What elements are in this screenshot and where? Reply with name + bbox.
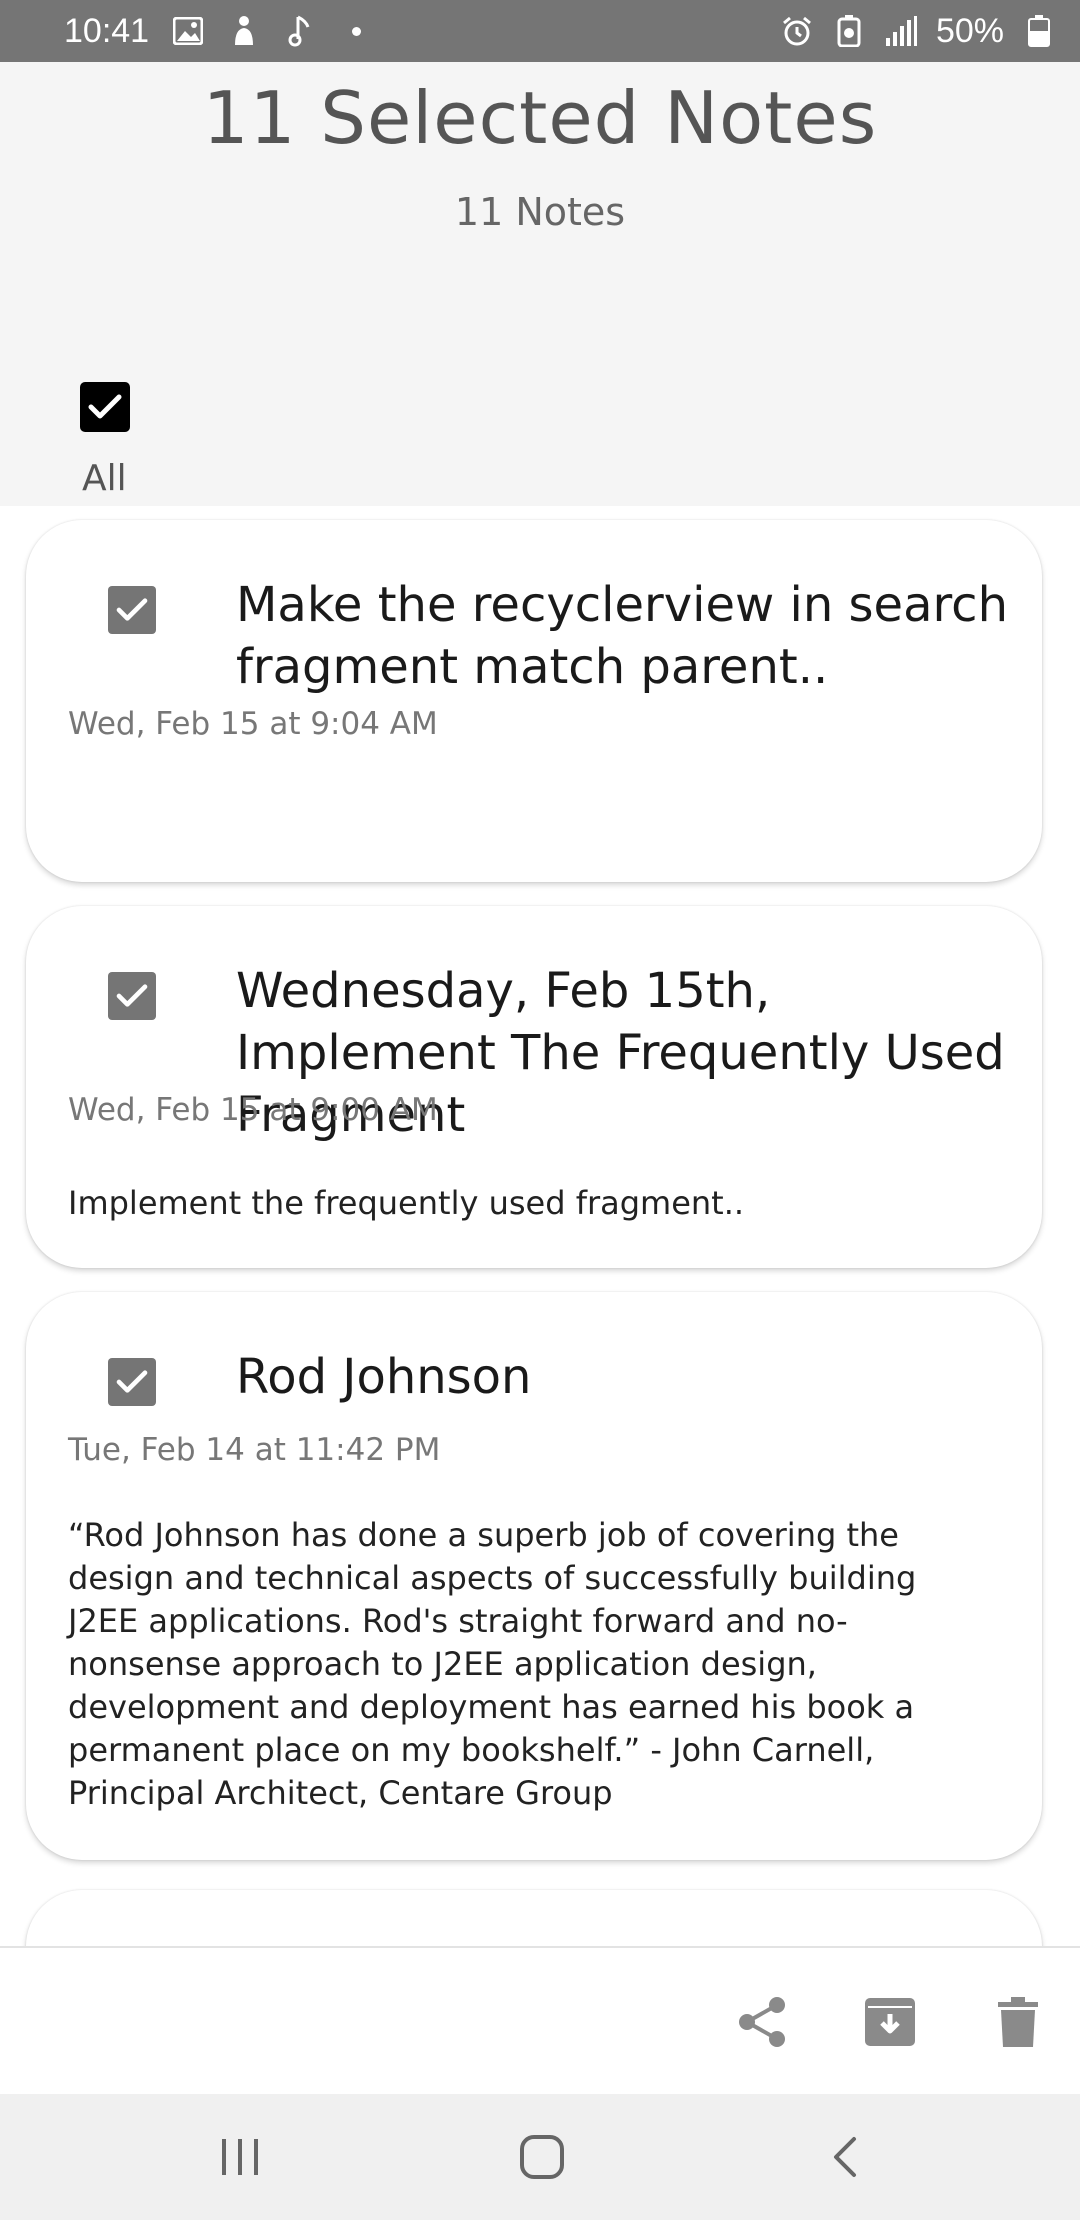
selection-header: 11 Selected Notes 11 Notes All <box>0 62 1080 506</box>
notes-list[interactable]: Make the recyclerview in search fragment… <box>0 506 1080 1946</box>
notes-count: 11 Notes <box>454 190 626 234</box>
check-icon <box>116 598 148 621</box>
note-card[interactable]: Make the recyclerview in search fragment… <box>26 520 1042 882</box>
note-date: Tue, Feb 14 at 11:42 PM <box>68 1432 441 1468</box>
status-bar: 10:41 50% <box>0 0 1080 62</box>
share-icon <box>739 1997 785 2047</box>
note-date: Wed, Feb 15 at 9:00 AM <box>68 1092 438 1128</box>
page-title: 11 Selected Notes <box>202 76 878 160</box>
delete-button[interactable] <box>990 1994 1046 2050</box>
delete-icon <box>998 1997 1038 2047</box>
note-body: Implement the frequently used fragment.. <box>68 1184 745 1222</box>
recent-apps-icon <box>222 2139 258 2175</box>
app-icon <box>227 14 261 48</box>
alarm-icon <box>780 14 814 48</box>
status-time: 10:41 <box>64 11 150 50</box>
note-title: Rod Johnson <box>236 1349 532 1405</box>
dot-icon <box>339 14 373 48</box>
archive-button[interactable] <box>862 1994 918 2050</box>
archive-icon <box>865 1998 915 2046</box>
note-date: Wed, Feb 15 at 9:04 AM <box>68 706 438 742</box>
battery-percent: 50% <box>935 11 1004 50</box>
battery-saver-icon <box>832 14 866 48</box>
back-button[interactable] <box>810 2124 880 2190</box>
home-button[interactable] <box>507 2124 577 2190</box>
battery-icon <box>1022 14 1056 48</box>
note-checkbox[interactable] <box>108 586 156 634</box>
note-body: “Rod Johnson has done a superb job of co… <box>68 1516 917 1812</box>
image-icon <box>171 14 205 48</box>
note-checkbox[interactable] <box>108 972 156 1020</box>
back-icon <box>834 2137 856 2177</box>
note-checkbox[interactable] <box>108 1358 156 1406</box>
home-icon <box>520 2135 564 2179</box>
note-card[interactable] <box>26 1890 1042 1946</box>
share-button[interactable] <box>734 1994 790 2050</box>
note-title: Make the recyclerview in search fragment… <box>236 577 1008 695</box>
note-card[interactable]: Rod Johnson Tue, Feb 14 at 11:42 PM “Rod… <box>26 1292 1042 1860</box>
signal-icon <box>884 14 918 48</box>
check-icon <box>88 394 122 419</box>
music-note-icon <box>283 14 317 48</box>
selection-toolbar <box>0 1946 1080 2094</box>
system-nav-bar <box>0 2094 1080 2220</box>
note-card[interactable]: Wednesday, Feb 15th, Implement The Frequ… <box>26 906 1042 1268</box>
recent-apps-button[interactable] <box>205 2124 275 2190</box>
select-all-label: All <box>82 458 127 499</box>
check-icon <box>116 984 148 1007</box>
check-icon <box>116 1370 148 1393</box>
select-all-checkbox[interactable] <box>80 382 130 432</box>
